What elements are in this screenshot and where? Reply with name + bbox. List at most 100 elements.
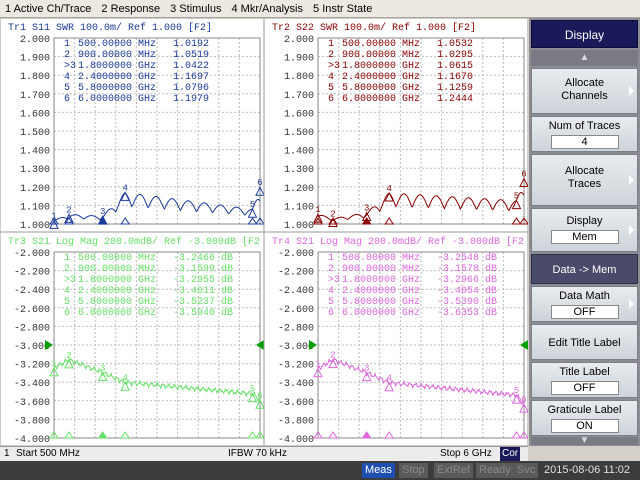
marker-table-value: -3.2466 dB [173,252,233,264]
marker-table-frequency: 5.8000000 GHz [342,297,420,308]
data-math-button[interactable]: Data Math OFF [531,286,638,322]
menu-stimulus[interactable]: 3 Stimulus [165,0,226,17]
allocate-traces-label: Allocate Traces [564,165,605,190]
num-of-traces-label: Num of Traces [548,120,621,132]
marker-number-2: 2 [66,351,71,361]
marker-table-frequency: 900.00000 MHz [78,50,156,61]
marker-table-index: 6 [328,308,334,319]
marker-table-frequency: 1.8000000 GHz [78,275,156,286]
marker-table-index: 1 [328,39,334,50]
scroll-up-arrow[interactable]: ▲ [531,50,638,66]
stop-frequency[interactable]: Stop 6 GHz [440,447,492,461]
submenu-arrow-icon [629,225,634,235]
marker-table-index: >3 [328,275,340,286]
instrument-status-bar: Meas Stop ExtRef Ready Svc 2015-08-06 11… [0,461,640,480]
marker-table-index: 2 [64,50,70,61]
y-tick-label: -2.600 [14,305,50,316]
marker-table-frequency: 5.8000000 GHz [78,297,156,308]
marker-table-frequency: 6.0000000 GHz [78,308,156,319]
channel-number[interactable]: 1 [4,447,10,461]
marker-number-6: 6 [257,178,262,188]
marker-table-index: 5 [64,83,70,94]
marker-table-value: -3.2548 dB [437,252,497,264]
marker-table-value: 1.0295 [437,50,473,61]
ifbw-value[interactable]: IFBW 70 kHz [228,447,287,461]
marker-number-3: 3 [100,207,105,217]
title-label-label: Title Label [559,366,610,378]
marker-number-5: 5 [514,386,519,396]
y-tick-label: -3.200 [278,361,314,372]
data-to-mem-button[interactable]: Data -> Mem [531,254,638,284]
trace-panel-tr2: Tr2 S22 SWR 100.0m/ Ref 1.000 [F2]2.000 1… [263,17,529,233]
edit-title-label-button[interactable]: Edit Title Label [531,324,638,360]
trace-panel-tr3: Tr3 S21 Log Mag 200.0mdB/ Ref -3.000dB [… [0,231,265,447]
marker-number-3: 3 [100,363,105,373]
y-tick-label: -2.200 [278,268,314,279]
y-tick-label: 1.700 [284,91,314,102]
y-tick-label: 1.000 [284,221,314,232]
marker-table-value: 1.0796 [173,83,209,94]
y-tick-label: -3.600 [278,398,314,409]
marker-table-frequency: 5.8000000 GHz [342,83,420,94]
y-tick-label: -3.400 [278,379,314,390]
menu-instr-state[interactable]: 5 Instr State [308,0,377,17]
marker-table-index: 5 [64,297,70,308]
marker-table-frequency: 6.0000000 GHz [78,94,156,105]
allocate-channels-button[interactable]: Allocate Channels [531,68,638,114]
y-tick-label: -4.000 [278,435,314,446]
marker-table-value: 1.2444 [437,94,473,105]
y-tick-label: 1.500 [284,128,314,139]
softkey-panel: Display ▲ Allocate Channels Num of Trace… [529,18,640,446]
marker-number-4: 4 [122,373,127,383]
marker-number-1: 1 [315,360,320,370]
y-tick-label: 1.300 [20,165,50,176]
graticule-label-button[interactable]: Graticule Label ON [531,400,638,436]
marker-table-index: 2 [64,264,70,275]
marker-table-value: 1.0192 [173,39,209,50]
marker-table-index: 1 [328,253,334,264]
display-mode-button[interactable]: Display Mem [531,208,638,252]
marker-table-index: 4 [64,72,70,83]
marker-number-1: 1 [315,205,320,215]
y-tick-label: 1.600 [20,109,50,120]
softkey-title-label: Display [564,28,605,42]
marker-table-value: 1.0422 [173,61,209,72]
y-tick-label: 1.200 [284,184,314,195]
title-label-button[interactable]: Title Label OFF [531,362,638,398]
menu-mkr-analysis[interactable]: 4 Mkr/Analysis [226,0,308,17]
y-tick-label: -4.000 [14,435,50,446]
marker-table-frequency: 1.8000000 GHz [78,61,156,72]
marker-table-frequency: 5.8000000 GHz [78,83,156,94]
y-tick-label: 1.000 [20,221,50,232]
menu-active-ch-trace[interactable]: 1 Active Ch/Trace [0,0,96,17]
num-of-traces-button[interactable]: Num of Traces 4 [531,116,638,152]
y-tick-label: -3.400 [14,379,50,390]
marker-number-5: 5 [250,385,255,395]
y-tick-label: -2.400 [14,286,50,297]
marker-table-frequency: 500.00000 MHz [342,39,420,50]
marker-table-index: 1 [64,253,70,264]
data-math-value: OFF [550,305,619,319]
allocate-traces-button[interactable]: Allocate Traces [531,154,638,206]
marker-number-5: 5 [250,200,255,210]
y-tick-label: 1.300 [284,165,314,176]
marker-table-index: 4 [328,72,334,83]
y-tick-label: -3.600 [14,398,50,409]
y-tick-label: -3.000 [14,342,50,353]
marker-table-value: -3.4054 dB [437,285,497,297]
marker-number-2: 2 [330,351,335,361]
start-frequency[interactable]: Start 500 MHz [16,447,80,461]
y-tick-label: 1.600 [284,109,314,120]
display-mode-value: Mem [550,230,619,244]
menu-response[interactable]: 2 Response [96,0,165,17]
marker-table-frequency: 1.8000000 GHz [342,275,420,286]
marker-number-6: 6 [257,391,262,401]
y-tick-label: -2.600 [278,305,314,316]
y-tick-label: -3.200 [14,361,50,372]
scroll-down-arrow[interactable]: ▼ [531,436,638,446]
marker-table-value: -3.5940 dB [173,307,233,319]
y-tick-label: 1.900 [20,54,50,65]
marker-table-value: -3.2955 dB [173,274,233,286]
y-tick-label: -2.000 [14,249,50,260]
meas-indicator: Meas [362,463,395,478]
